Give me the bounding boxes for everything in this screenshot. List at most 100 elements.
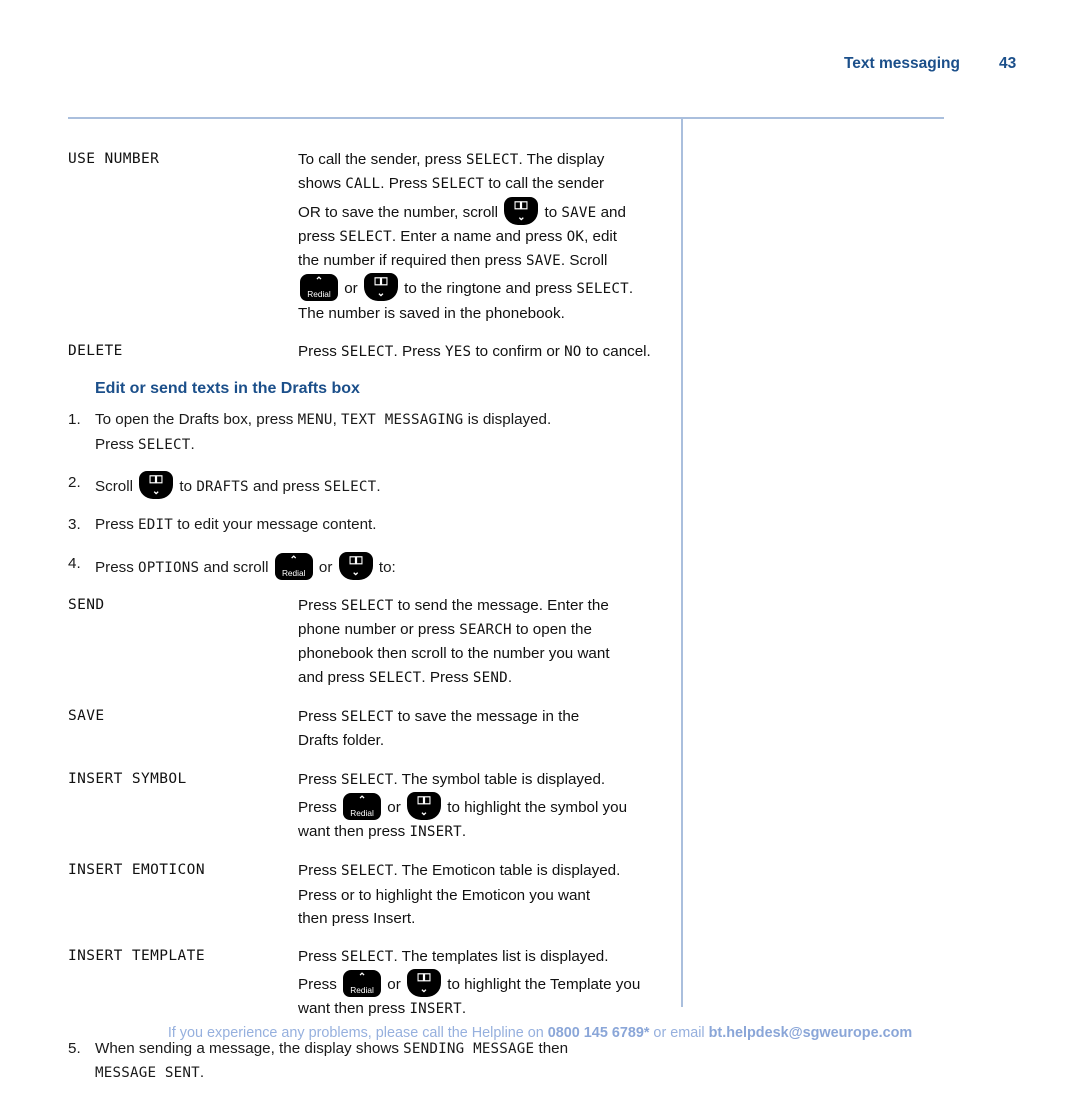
- display-text: SELECT: [339, 228, 392, 245]
- definition-row: USE NUMBER To call the sender, press SELE…: [68, 148, 668, 325]
- body-text: Press: [95, 516, 139, 534]
- column-divider-rule: [681, 117, 683, 1007]
- redial-up-key-icon: ⌃ Redial: [343, 792, 382, 820]
- body-text: To call the sender, press: [298, 151, 466, 168]
- text-line: shows CALL. Press SELECT to call the sen…: [298, 172, 668, 196]
- body-text: to save the message in the: [393, 708, 580, 726]
- body-text: then press Insert.: [298, 909, 416, 927]
- down-chevron-icon: ⌄: [351, 566, 360, 578]
- body-text: .: [199, 1064, 205, 1082]
- text-line: Press ⌃ Redial or ⌄ to highlight the symb…: [298, 791, 668, 820]
- display-text: SELECT: [576, 281, 629, 298]
- body-text: to: [175, 477, 197, 495]
- body-text: .: [628, 280, 634, 298]
- definition-description: Press SELECT. Press YES to confirm or NO…: [298, 340, 668, 364]
- definition-row: INSERT EMOTICON Press SELECT. The Emotico…: [68, 859, 668, 930]
- display-text: SELECT: [368, 669, 422, 686]
- text-line: Press EDIT to edit your message content.: [95, 513, 668, 537]
- down-chevron-icon: ⌄: [152, 485, 161, 497]
- body-text: to:: [374, 558, 396, 576]
- down-chevron-icon: ⌄: [376, 288, 386, 300]
- body-text: Press: [95, 435, 139, 453]
- body-text: Press: [298, 708, 342, 726]
- text-line: Press SELECT.: [95, 433, 668, 457]
- text-line: Press SELECT to save the message in the: [298, 705, 668, 729]
- display-text: YES: [444, 344, 472, 361]
- body-text: OR to save the number, scroll: [298, 203, 503, 221]
- header-section-title: Text messaging: [843, 55, 960, 72]
- definition-row: INSERT TEMPLATE Press SELECT. The templat…: [68, 945, 668, 1022]
- body-text: want then press: [298, 1000, 410, 1018]
- definition-term: USE NUMBER: [68, 151, 160, 167]
- body-text: or: [383, 798, 405, 816]
- numbered-steps-top: 1. To open the Drafts box, press MENU, TE…: [68, 408, 668, 580]
- body-text: .: [461, 1000, 467, 1018]
- body-text: .: [461, 822, 467, 840]
- up-chevron-icon: ⌃: [289, 554, 298, 566]
- text-line: want then press INSERT.: [298, 997, 668, 1021]
- numbered-steps-bottom: 5. When sending a message, the display sh…: [68, 1037, 668, 1086]
- phonebook-down-scroll-key-icon: ⌄: [139, 470, 174, 499]
- body-text: Scroll: [95, 477, 138, 495]
- display-text: SEND: [472, 669, 508, 686]
- body-text: Press: [298, 798, 342, 816]
- body-text: or: [340, 280, 362, 298]
- display-text: SELECT: [341, 771, 394, 788]
- definition-description: Press SELECT to save the message in the D…: [298, 705, 668, 753]
- redial-up-key-icon: ⌃ Redial: [300, 274, 338, 302]
- body-text: Press: [298, 596, 342, 614]
- page-footer: If you experience any problems, please c…: [0, 1025, 1080, 1041]
- phonebook-down-scroll-key-icon: ⌄: [407, 969, 441, 998]
- body-text: . Press: [380, 175, 432, 193]
- definition-term: INSERT SYMBOL: [68, 770, 187, 787]
- phonebook-down-scroll-key-icon: ⌄: [504, 196, 539, 225]
- body-text: and press: [298, 668, 369, 686]
- body-text: and: [596, 203, 626, 221]
- display-text: SELECT: [466, 152, 519, 168]
- body-text: ,: [332, 411, 342, 429]
- body-text: When sending a message, the display show…: [95, 1039, 404, 1057]
- step-number: 2.: [68, 473, 81, 491]
- display-text: INSERT: [409, 823, 462, 840]
- numbered-step: 3. Press EDIT to edit your message conten…: [68, 513, 668, 537]
- text-line: MESSAGE SENT.: [95, 1061, 668, 1085]
- body-text: Press: [298, 862, 342, 880]
- display-text: NO: [564, 344, 582, 361]
- body-text: Press: [298, 976, 342, 994]
- definition-term: DELETE: [68, 343, 123, 360]
- header-divider-rule: [68, 117, 944, 119]
- body-text: to confirm or: [471, 343, 565, 361]
- body-text: Press: [298, 343, 342, 361]
- body-text: want then press: [298, 822, 410, 840]
- display-text: SENDING MESSAGE: [403, 1040, 535, 1057]
- definition-description: To call the sender, press SELECT. The di…: [298, 148, 668, 325]
- display-text: OK: [566, 228, 585, 245]
- text-line: Press SELECT to send the message. Enter …: [298, 594, 668, 618]
- footer-lead-text: If you experience any problems, please c…: [167, 1025, 548, 1041]
- numbered-step: 4. Press OPTIONS and scroll ⌃ Redial or ⌄ …: [68, 551, 668, 580]
- body-text: or: [314, 558, 337, 576]
- text-line: press SELECT. Enter a name and press OK,…: [298, 225, 668, 249]
- body-text: to: [540, 203, 562, 221]
- body-text: . Enter a name and press: [391, 227, 567, 245]
- display-text: CALL: [345, 176, 381, 193]
- definition-list-top: USE NUMBER To call the sender, press SELE…: [68, 148, 668, 364]
- definition-description: Press SELECT. The templates list is disp…: [298, 945, 668, 1022]
- body-text: .: [190, 435, 195, 453]
- text-line: Press SELECT. Press YES to confirm or NO…: [298, 340, 668, 364]
- body-text: and scroll: [199, 558, 273, 576]
- body-text: or: [383, 976, 405, 994]
- book-icon: [349, 555, 363, 564]
- down-chevron-icon: ⌄: [419, 984, 429, 996]
- display-text: SELECT: [431, 176, 485, 193]
- book-icon: [149, 475, 163, 484]
- page-number: 43: [999, 55, 1017, 72]
- body-text: . Press: [421, 668, 473, 686]
- text-line: the number if required then press SAVE. …: [298, 249, 668, 273]
- body-text: to highlight the Template you: [443, 976, 641, 994]
- step-number: 3.: [68, 516, 81, 534]
- body-text: Press: [95, 558, 139, 576]
- body-text: and press: [248, 477, 324, 495]
- body-text: .: [376, 477, 381, 495]
- text-line: then press Insert.: [298, 907, 668, 930]
